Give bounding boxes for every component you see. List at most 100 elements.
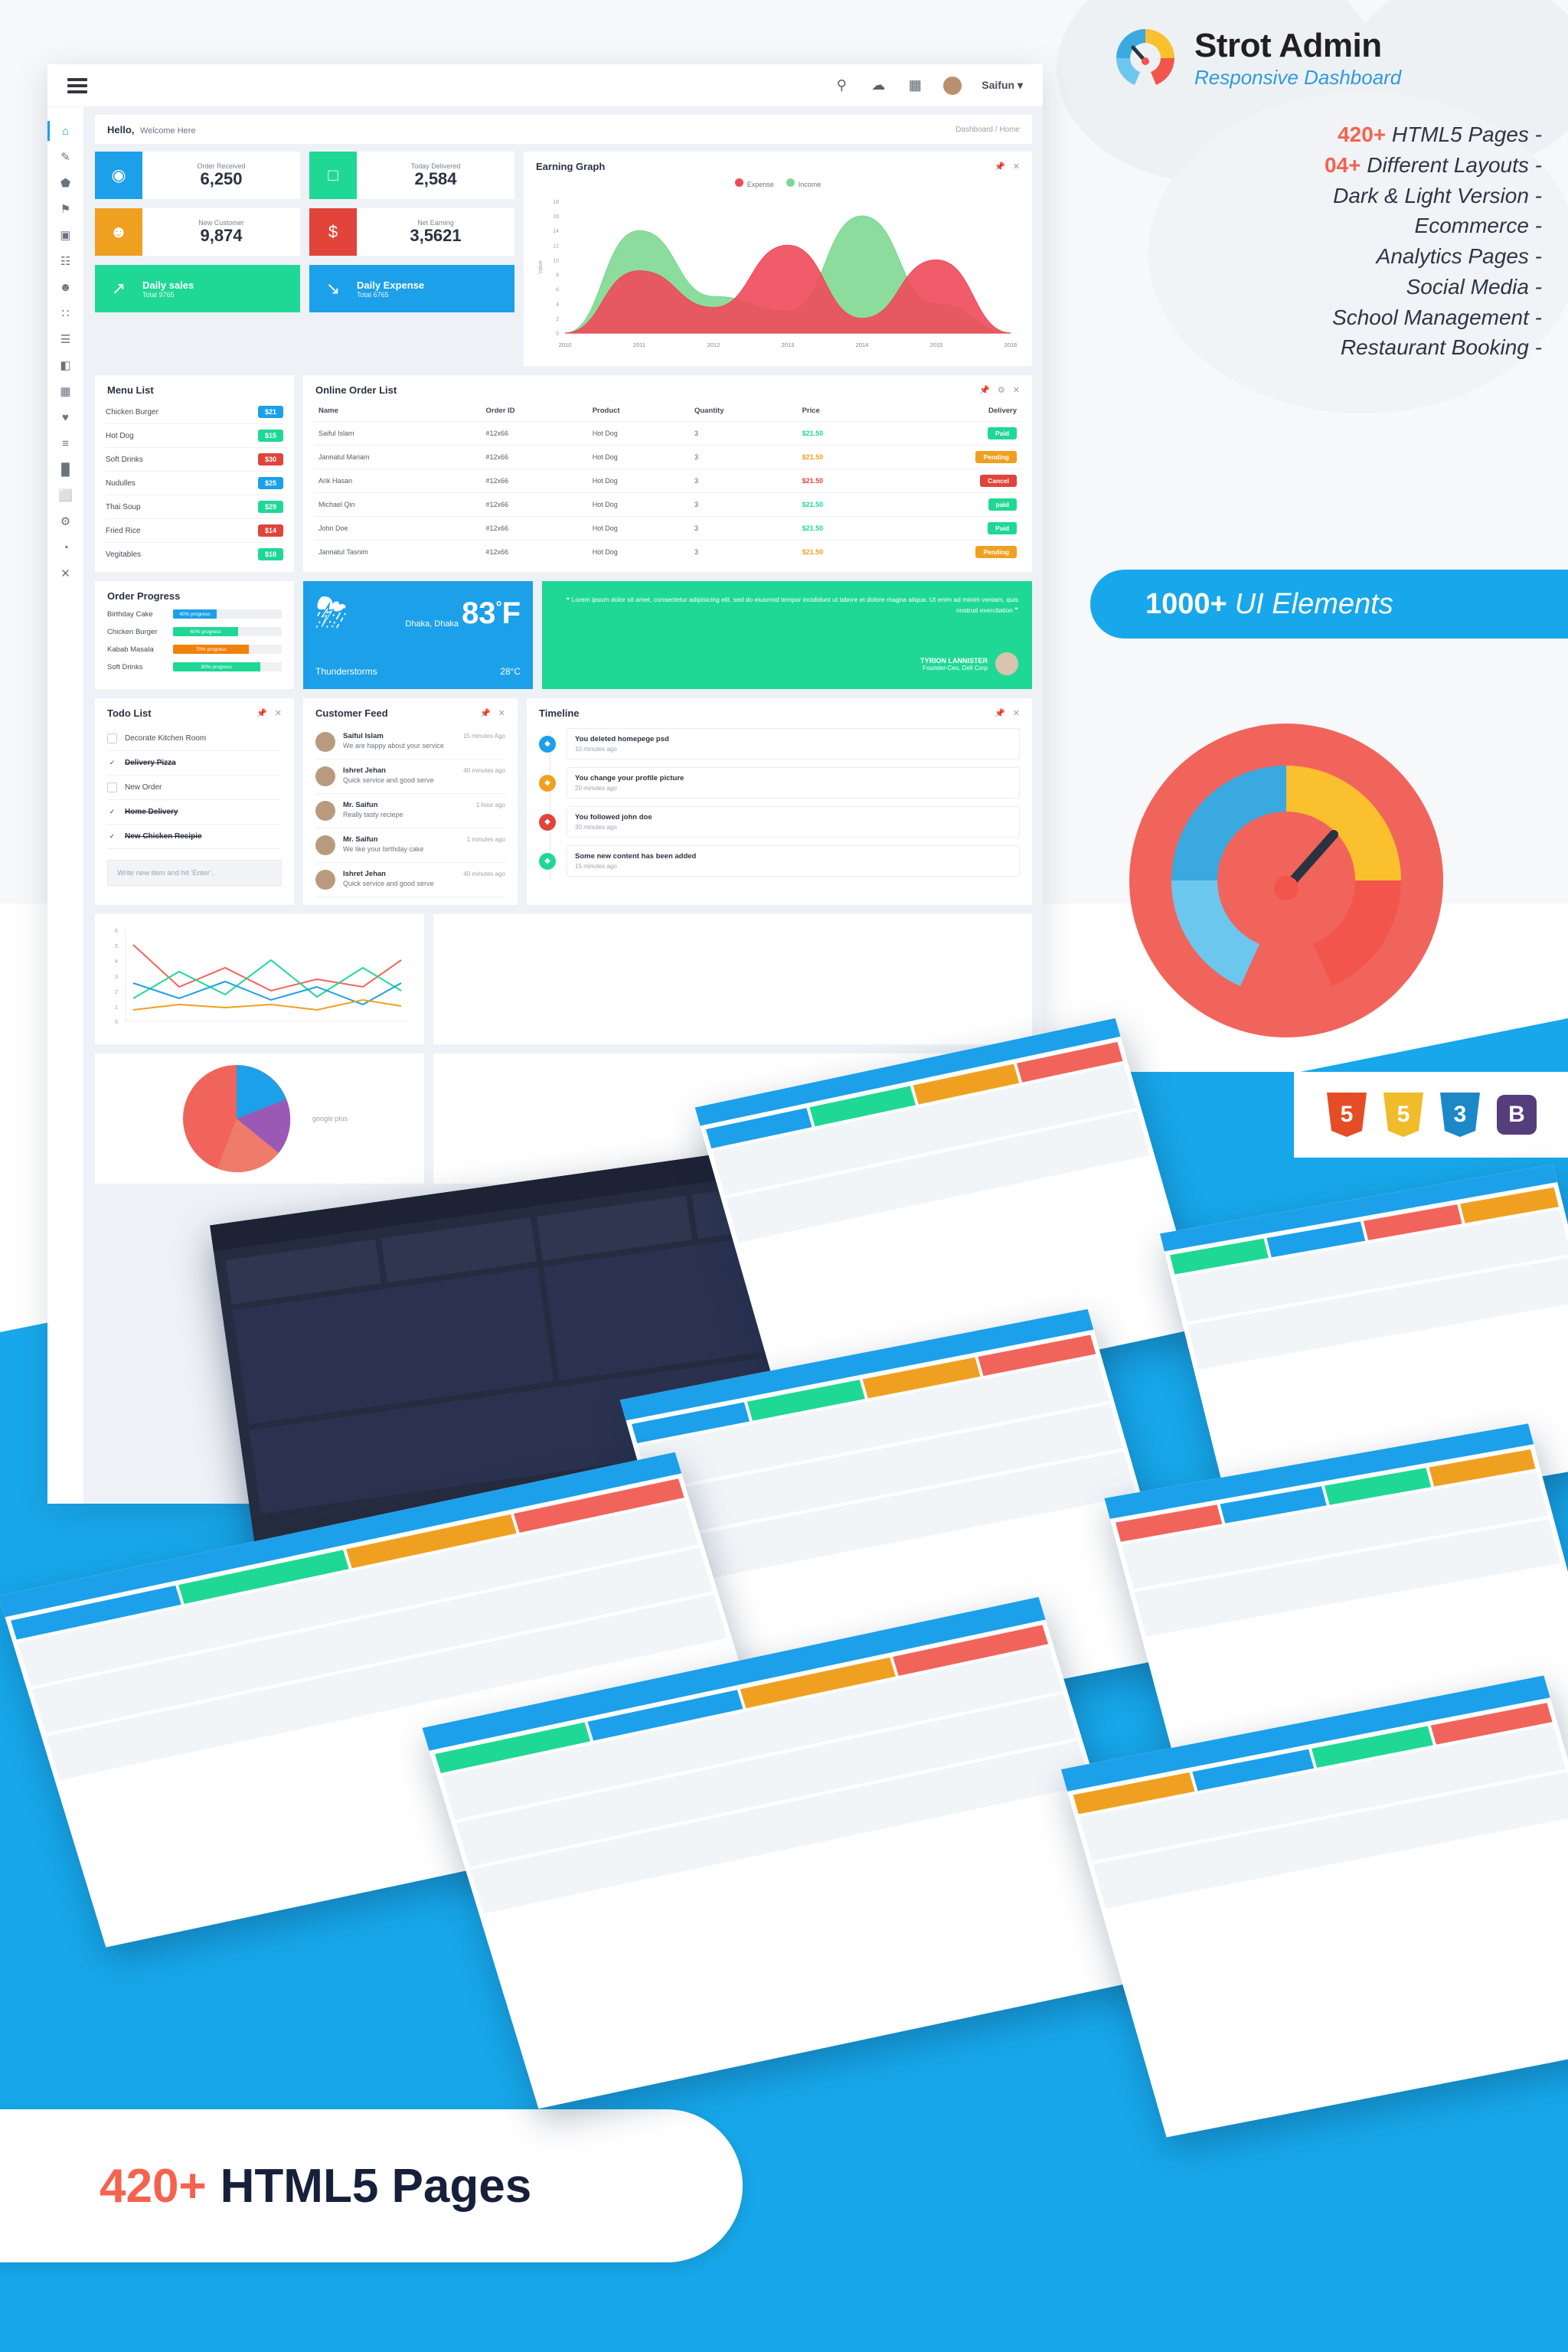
table-row[interactable]: John Doe #12x66 Hot Dog 3 $21.50 Paid [314, 516, 1021, 541]
testimonial-name: TYRION LANNISTER [920, 656, 988, 665]
flag-icon: ⚑ [60, 203, 71, 216]
sidebar-item-calendar[interactable]: ☰ [47, 326, 83, 352]
table-icon: ▦ [60, 385, 71, 398]
order-progress-title: Order Progress [107, 590, 181, 602]
menu-list-item[interactable]: Thai Soup $29 [106, 495, 283, 519]
list-item[interactable]: Ishret Jehan 40 minutes ago Quick service … [315, 760, 505, 794]
order-list-tools: 📌 ⚙ ✕ [979, 385, 1020, 395]
status-badge[interactable]: Paid [988, 427, 1017, 439]
sidebar-item-user[interactable]: ☻ [47, 274, 83, 300]
cell-name: Jannatul Tasnim [314, 540, 482, 564]
sidebar-item-apps[interactable]: ∷ [47, 300, 83, 326]
sidebar-item-pie[interactable]: ◔ [47, 534, 83, 560]
wide-card-title: Daily Expense [357, 279, 425, 291]
progress-track: 70% progress [173, 645, 282, 654]
list-item[interactable]: Ishret Jehan 40 minutes ago Quick service … [315, 863, 505, 897]
pin-icon[interactable]: 📌 [979, 385, 990, 395]
table-row[interactable]: Jannatul Tasnim #12x66 Hot Dog 3 $21.50 Pendi… [314, 540, 1021, 564]
close-icon[interactable]: ✕ [275, 708, 282, 718]
timeline-card[interactable]: You change your profile picture 20 minute… [567, 767, 1020, 799]
svg-text:3: 3 [115, 975, 118, 980]
cell-order_id: #12x66 [481, 421, 588, 446]
list-item[interactable]: Mr. Saifun 1 hour ago Really tasty reciepe [315, 794, 505, 828]
avatar[interactable] [943, 76, 962, 95]
timeline-card[interactable]: You deleted homepege psd 10 minutes ago [567, 728, 1020, 760]
timeline-card[interactable]: Some new content has been added 15 minute… [567, 845, 1020, 877]
checkbox[interactable] [107, 733, 117, 743]
menu-list-item[interactable]: Nudulles $25 [106, 472, 283, 495]
stat-value: 6,250 [200, 168, 243, 188]
gear-icon[interactable]: ⚙ [998, 385, 1005, 395]
wide-card-text: Daily Expense Total 6765 [357, 279, 424, 299]
grid-icon[interactable]: ▦ [906, 77, 923, 94]
table-row[interactable]: Saiful Islam #12x66 Hot Dog 3 $21.50 Paid [314, 421, 1021, 446]
menu-list-item[interactable]: Soft Drinks $30 [106, 448, 283, 472]
list-item[interactable]: Decorate Kitchen Room [107, 727, 282, 751]
checkbox[interactable]: ✓ [107, 807, 117, 817]
user-menu[interactable]: Saifun ▾ [982, 79, 1023, 92]
timeline-timestamp: 15 minutes ago [575, 863, 617, 870]
sidebar-item-close[interactable]: ✕ [47, 560, 83, 586]
welcome-bar: Hello, Welcome Here Dashboard / Home [95, 115, 1032, 144]
stat-value: 3,5621 [410, 225, 462, 245]
list-item[interactable]: Mr. Saifun 1 minutes ago We like your birt… [315, 828, 505, 863]
menu-list-item[interactable]: Hot Dog $15 [106, 424, 283, 448]
sidebar-item-table[interactable]: ▦ [47, 378, 83, 404]
list-item[interactable]: ✓ Delivery Pizza [107, 751, 282, 776]
sidebar-item-badge[interactable]: ⬟ [47, 170, 83, 196]
ui-elements-badge: 1000+ UI Elements [1090, 570, 1568, 639]
list-item[interactable]: ✓ Home Delivery [107, 800, 282, 825]
list-item[interactable]: Saiful Islam 15 minutes Ago We are happy a… [315, 725, 505, 760]
list-item[interactable]: ✓ New Chicken Recipie [107, 825, 282, 849]
earning-graph-head: Earning Graph 📌 ✕ [524, 152, 1032, 177]
sidebar-item-chart[interactable]: █ [47, 456, 83, 482]
checkbox[interactable]: ✓ [107, 831, 117, 841]
sidebar-item-film[interactable]: ☷ [47, 248, 83, 274]
feature-label: Ecommerce - [1414, 214, 1542, 238]
checkbox[interactable]: ✓ [107, 758, 117, 768]
list-item[interactable]: New Order [107, 776, 282, 800]
menu-item-name: Hot Dog [106, 431, 134, 440]
timeline-card[interactable]: You followed john doe 30 minutes ago [567, 806, 1020, 838]
sidebar-item-layers[interactable]: ≡ [47, 430, 83, 456]
todo-input[interactable]: Write new item and hit 'Enter'.. [107, 860, 282, 886]
pin-icon[interactable]: 📌 [995, 162, 1005, 172]
pin-icon[interactable]: 📌 [256, 708, 267, 718]
sidebar-item-edit[interactable]: ✎ [47, 144, 83, 170]
search-icon[interactable]: ⚲ [833, 77, 850, 94]
menu-list-item[interactable]: Fried Rice $14 [106, 519, 283, 543]
menu-list-item[interactable]: Vegitables $18 [106, 543, 283, 566]
bell-icon[interactable]: ☁ [870, 77, 887, 94]
close-icon[interactable]: ✕ [1013, 385, 1020, 395]
progress-track: 60% progress [173, 627, 282, 636]
weather-card: ⛈ Dhaka, Dhaka 83°F Thunderstorms 28°C [303, 581, 533, 689]
menu-item-price: $25 [257, 477, 283, 489]
close-icon[interactable]: ✕ [1013, 162, 1020, 172]
hamburger-icon[interactable] [67, 75, 87, 96]
close-icon[interactable]: ✕ [498, 708, 505, 718]
close-icon[interactable]: ✕ [1013, 708, 1020, 718]
sidebar-item-settings[interactable]: ⚙ [47, 508, 83, 534]
menu-list-item[interactable]: Chicken Burger $21 [106, 400, 283, 424]
sidebar-item-image[interactable]: ◧ [47, 352, 83, 378]
status-badge[interactable]: Paid [988, 522, 1017, 534]
table-row[interactable]: Michael Qin #12x66 Hot Dog 3 $21.50 paid [314, 492, 1021, 517]
sidebar-item-cube[interactable]: ⬜ [47, 482, 83, 508]
table-row[interactable]: Jannatul Mariam #12x66 Hot Dog 3 $21.50 Pendi… [314, 445, 1021, 469]
checkbox[interactable] [107, 782, 117, 792]
status-badge[interactable]: paid [988, 498, 1017, 511]
table-row[interactable]: Arik Hasan #12x66 Hot Dog 3 $21.50 Cancel [314, 469, 1021, 493]
cell-qty: 3 [689, 492, 798, 517]
sidebar-item-heart[interactable]: ♥ [47, 404, 83, 430]
bootstrap-badge: B [1497, 1095, 1537, 1135]
welcome-hello: Hello, [107, 123, 135, 136]
status-badge[interactable]: Cancel [980, 475, 1017, 487]
status-badge[interactable]: Pending [975, 546, 1017, 558]
sidebar-item-inbox[interactable]: ▣ [47, 222, 83, 248]
status-badge[interactable]: Pending [975, 451, 1017, 463]
sidebar-item-home[interactable]: ⌂ [47, 118, 83, 144]
pin-icon[interactable]: 📌 [480, 708, 491, 718]
earning-graph-tools: 📌 ✕ [995, 162, 1020, 172]
sidebar-item-flag[interactable]: ⚑ [47, 196, 83, 222]
pin-icon[interactable]: 📌 [995, 708, 1005, 718]
